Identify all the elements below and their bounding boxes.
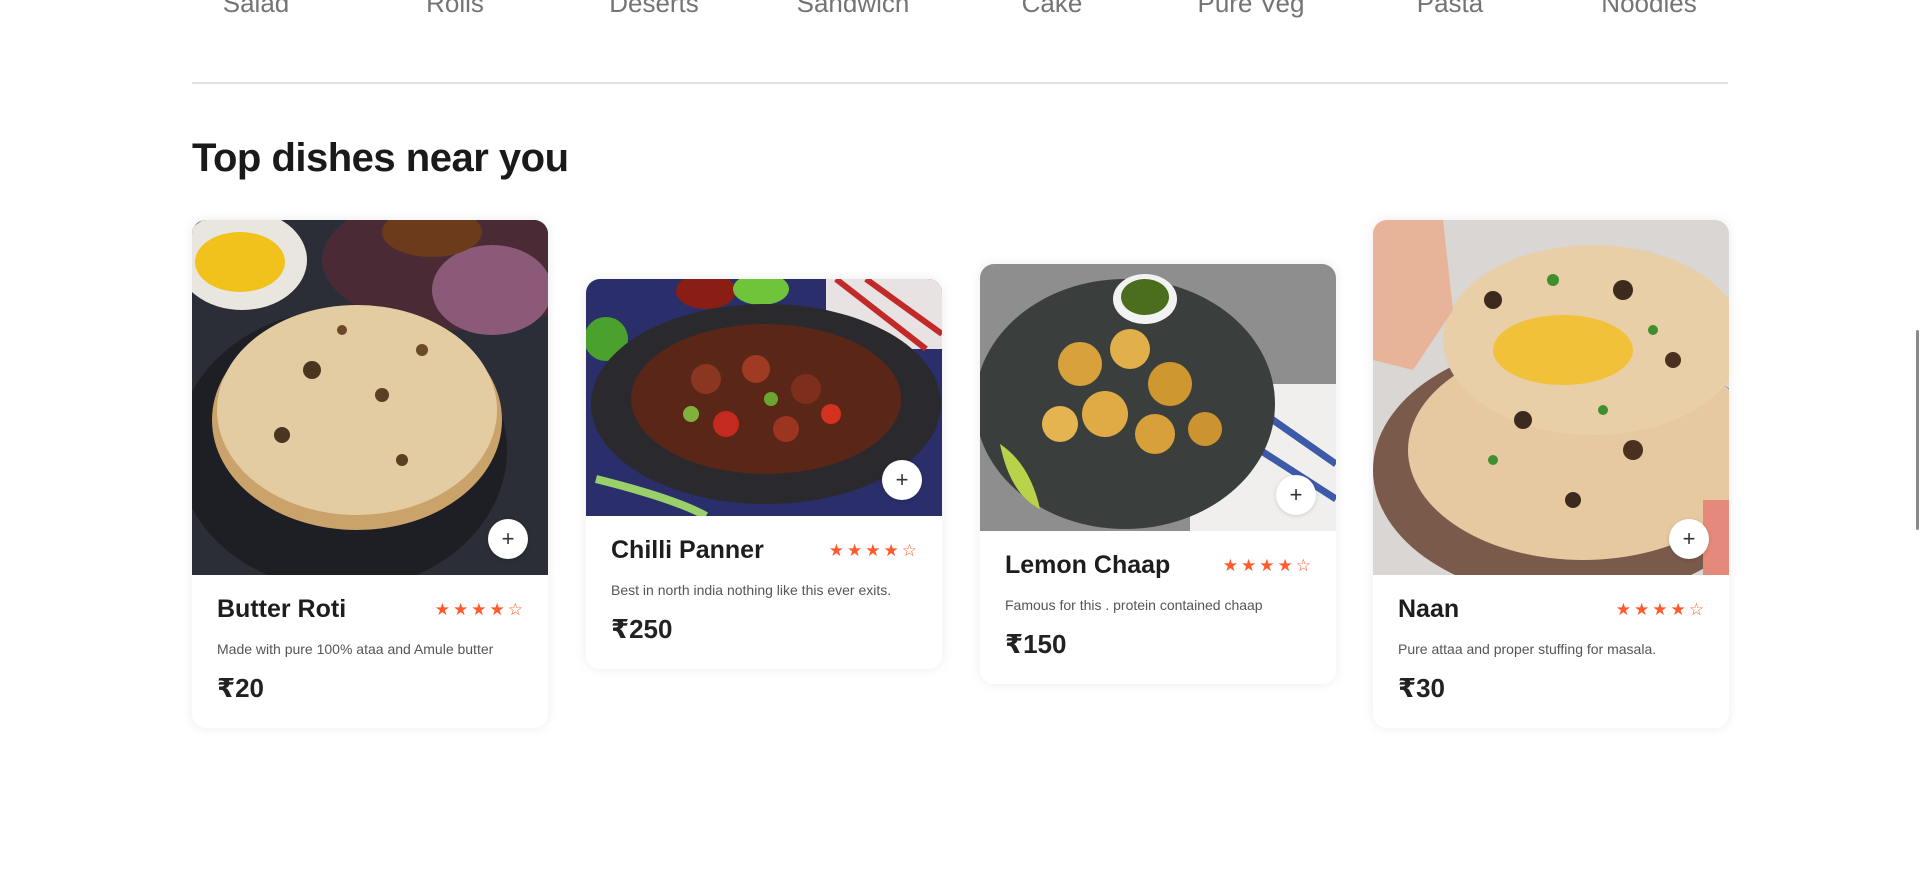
star-filled-icon: ★ xyxy=(1222,556,1238,575)
star-filled-icon: ★ xyxy=(1241,556,1257,575)
dish-price: ₹20 xyxy=(217,673,265,703)
menu-item-pasta[interactable]: Pasta xyxy=(1350,0,1550,19)
dish-image-lemon-chaap: + xyxy=(980,264,1336,531)
dish-card-naan[interactable]: + Naan ★ ★ ★ ★ ☆ Pure attaa and proper s… xyxy=(1373,220,1729,728)
dish-description: Famous for this . protein contained chaa… xyxy=(1005,597,1263,613)
dish-card-butter-roti[interactable]: + Butter Roti ★ ★ ★ ★ ☆ Made with pure 1… xyxy=(192,220,548,728)
star-filled-icon: ★ xyxy=(828,541,844,560)
star-empty-icon: ☆ xyxy=(1688,600,1704,619)
menu-item-rolls[interactable]: Rolls xyxy=(355,0,555,19)
star-filled-icon: ★ xyxy=(1615,600,1631,619)
star-filled-icon: ★ xyxy=(1634,600,1650,619)
dish-image-butter-roti: + xyxy=(192,220,548,575)
dish-price: ₹250 xyxy=(611,614,673,644)
star-filled-icon: ★ xyxy=(847,541,863,560)
star-filled-icon: ★ xyxy=(471,600,487,619)
category-menu: Salad Rolls Deserts Sandwich Cake Pure V… xyxy=(192,0,1728,84)
star-empty-icon: ☆ xyxy=(507,600,523,619)
rating-stars: ★ ★ ★ ★ ☆ xyxy=(435,601,523,618)
dish-image-naan: + xyxy=(1373,220,1729,575)
dish-card-chilli-panner[interactable]: + Chilli Panner ★ ★ ★ ★ ☆ Best in north … xyxy=(586,279,942,669)
dish-name: Lemon Chaap xyxy=(1005,551,1171,579)
dish-description: Pure attaa and proper stuffing for masal… xyxy=(1398,641,1657,657)
rating-stars: ★ ★ ★ ★ ☆ xyxy=(829,542,917,559)
star-filled-icon: ★ xyxy=(1277,556,1293,575)
menu-item-pure-veg[interactable]: Pure Veg xyxy=(1151,0,1351,19)
menu-item-noodles[interactable]: Noodles xyxy=(1549,0,1728,19)
star-filled-icon: ★ xyxy=(1652,600,1668,619)
page-scrollbar[interactable] xyxy=(1914,0,1920,872)
rating-stars: ★ ★ ★ ★ ☆ xyxy=(1223,557,1311,574)
dish-name: Chilli Panner xyxy=(611,536,764,564)
star-filled-icon: ★ xyxy=(1670,600,1686,619)
add-to-cart-button[interactable]: + xyxy=(488,519,528,559)
scrollbar-thumb[interactable] xyxy=(1916,330,1919,530)
star-filled-icon: ★ xyxy=(453,600,469,619)
add-to-cart-button[interactable]: + xyxy=(1669,519,1709,559)
section-title: Top dishes near you xyxy=(192,136,569,180)
star-empty-icon: ☆ xyxy=(1295,556,1311,575)
menu-item-cake[interactable]: Cake xyxy=(952,0,1152,19)
star-filled-icon: ★ xyxy=(489,600,505,619)
menu-item-sandwich[interactable]: Sandwich xyxy=(753,0,953,19)
dish-card-lemon-chaap[interactable]: + Lemon Chaap ★ ★ ★ ★ ☆ Famous for this … xyxy=(980,264,1336,684)
menu-item-salad[interactable]: Salad xyxy=(192,0,356,19)
star-filled-icon: ★ xyxy=(434,600,450,619)
dish-name: Naan xyxy=(1398,595,1460,623)
dish-description: Best in north india nothing like this ev… xyxy=(611,582,892,598)
dish-price: ₹150 xyxy=(1005,629,1067,659)
star-filled-icon: ★ xyxy=(865,541,881,560)
dish-image-chilli-panner: + xyxy=(586,279,942,516)
rating-stars: ★ ★ ★ ★ ☆ xyxy=(1616,601,1704,618)
star-filled-icon: ★ xyxy=(883,541,899,560)
add-to-cart-button[interactable]: + xyxy=(1276,475,1316,515)
dish-price: ₹30 xyxy=(1398,673,1446,703)
dish-description: Made with pure 100% ataa and Amule butte… xyxy=(217,641,494,657)
star-empty-icon: ☆ xyxy=(901,541,917,560)
add-to-cart-button[interactable]: + xyxy=(882,460,922,500)
star-filled-icon: ★ xyxy=(1259,556,1275,575)
menu-item-deserts[interactable]: Deserts xyxy=(554,0,754,19)
dish-name: Butter Roti xyxy=(217,595,347,623)
